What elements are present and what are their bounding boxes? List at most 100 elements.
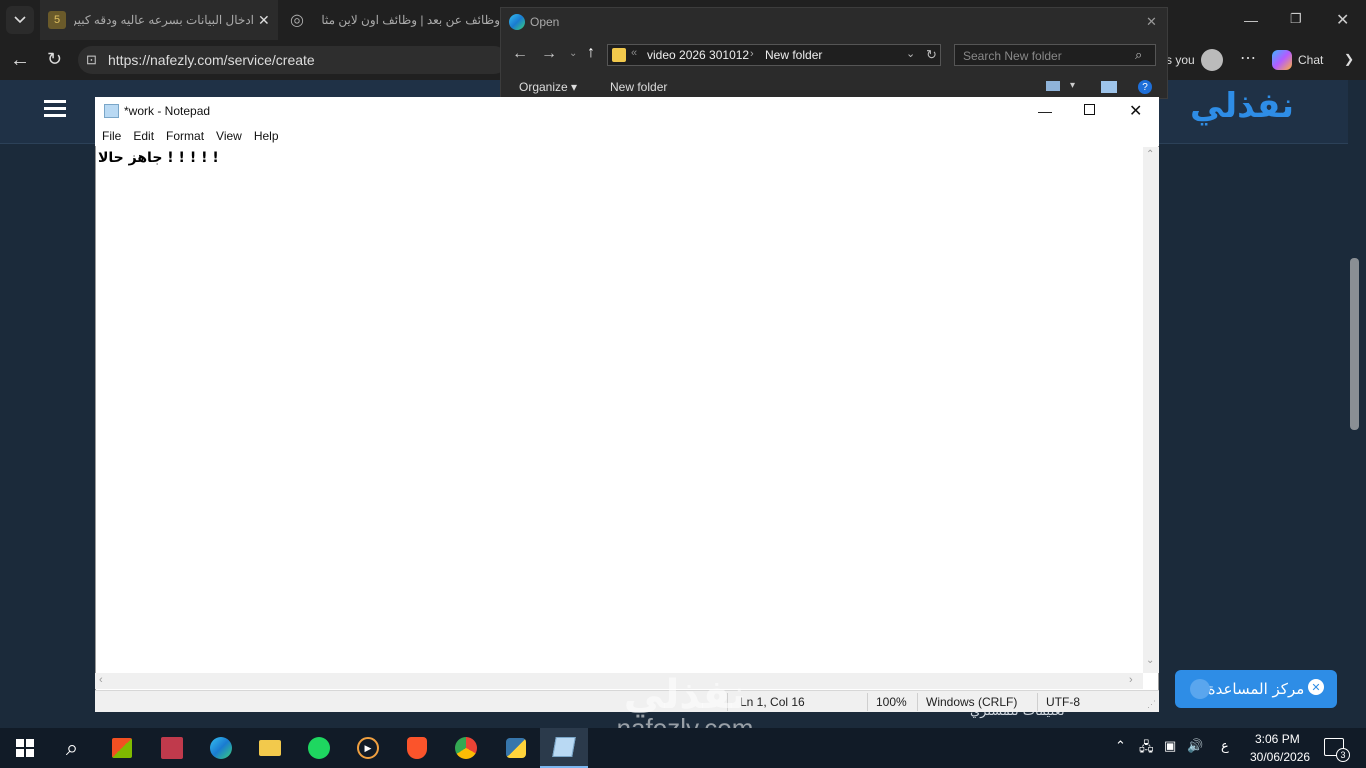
network-icon[interactable]: 🖧 xyxy=(1139,738,1154,760)
menu-edit[interactable]: Edit xyxy=(133,127,160,146)
restore-button[interactable]: ❐ xyxy=(1290,11,1302,27)
back-arrow-icon[interactable]: ← xyxy=(512,45,528,63)
menu-help[interactable]: Help xyxy=(254,127,285,146)
notepad-icon xyxy=(104,104,119,118)
brave-icon[interactable] xyxy=(402,733,432,763)
close-icon[interactable]: ✕ xyxy=(1146,14,1157,30)
chevron-down-icon[interactable]: ▾ xyxy=(1070,80,1075,91)
copilot-chat-button[interactable]: Chat xyxy=(1272,50,1323,70)
maximize-button[interactable] xyxy=(1084,104,1095,115)
scroll-down-icon[interactable]: ⌄ xyxy=(1146,655,1154,666)
scroll-up-icon[interactable]: ⌃ xyxy=(1146,149,1154,160)
up-arrow-icon[interactable]: ↑ xyxy=(587,44,595,62)
meet-now-icon[interactable]: ▣ xyxy=(1164,738,1176,754)
photo-app-icon[interactable] xyxy=(157,733,187,763)
search-icon: ⌕ xyxy=(1135,47,1143,62)
zoom-level: 100% xyxy=(876,695,907,709)
organize-button[interactable]: Organize ▾ xyxy=(519,80,577,94)
show-hidden-icons-icon[interactable]: ⌃ xyxy=(1115,738,1126,754)
back-arrow-icon[interactable]: ← xyxy=(10,49,30,72)
text-editor-area[interactable] xyxy=(96,147,1143,673)
tab-remote-jobs[interactable]: ◎ وظائف عن بعد | وظائف اون لاين مثا xyxy=(282,0,500,40)
notepad-icon xyxy=(552,737,576,757)
site-logo[interactable]: نفذلي xyxy=(1190,86,1294,126)
taskbar xyxy=(0,728,1366,768)
path-breadcrumb[interactable]: « video 2026 301012 › New folder ⌄ ↻ xyxy=(607,44,941,66)
close-button[interactable]: ✕ xyxy=(1336,10,1349,30)
notepad-taskbar-item[interactable] xyxy=(540,728,588,768)
editor-text: جاهز حالا ! ! ! ! ! xyxy=(98,150,219,166)
python-icon[interactable] xyxy=(501,733,531,763)
chat-label: Chat xyxy=(1298,53,1324,67)
edge-icon xyxy=(509,14,525,30)
more-menu-icon[interactable]: ⋯ xyxy=(1240,48,1256,68)
sidebar-toggle-icon[interactable]: ❯ xyxy=(1344,52,1354,66)
volume-icon[interactable]: 🔊 xyxy=(1187,738,1203,754)
hamburger-menu-icon[interactable] xyxy=(44,100,66,118)
tab-favicon-icon: 5 xyxy=(48,11,66,29)
site-info-icon[interactable]: ⊡ xyxy=(86,52,97,68)
help-center-icon xyxy=(1190,679,1210,699)
copilot-icon xyxy=(1272,50,1292,70)
watermark-arabic: نفذلي xyxy=(623,672,747,718)
scroll-right-icon[interactable]: › xyxy=(1129,674,1133,686)
breadcrumb-separator-icon: › xyxy=(750,48,754,60)
globe-icon: ◎ xyxy=(290,12,304,29)
new-folder-button[interactable]: New folder xyxy=(610,80,667,94)
windows-logo-icon xyxy=(16,739,34,757)
status-separator xyxy=(1037,693,1038,711)
profile-button[interactable]: s you xyxy=(1166,46,1228,74)
clock-time[interactable]: 3:06 PM xyxy=(1255,732,1300,746)
forward-arrow-icon[interactable]: → xyxy=(541,45,557,63)
notification-count-badge: 3 xyxy=(1336,748,1350,762)
menu-view[interactable]: View xyxy=(216,127,248,146)
store-icon[interactable] xyxy=(107,733,137,763)
start-icon[interactable] xyxy=(10,733,40,763)
search-icon[interactable]: ⌕ xyxy=(57,733,87,763)
dialog-title: Open xyxy=(530,15,560,29)
close-button[interactable]: ✕ xyxy=(1129,101,1142,121)
menu-file[interactable]: File xyxy=(102,127,127,146)
tab-label: وظائف عن بعد | وظائف اون لاين مثا xyxy=(321,13,500,27)
scroll-left-icon[interactable]: ‹ xyxy=(99,674,103,686)
avatar xyxy=(1200,49,1223,71)
close-icon[interactable]: ✕ xyxy=(258,12,270,29)
menu-format[interactable]: Format xyxy=(166,127,210,146)
clock-date[interactable]: 30/06/2026 xyxy=(1250,750,1310,764)
edge-icon[interactable] xyxy=(206,733,236,763)
spotify-icon[interactable] xyxy=(304,733,334,763)
status-separator xyxy=(917,693,918,711)
organize-label: Organize xyxy=(519,80,568,94)
view-options-icon[interactable] xyxy=(1046,81,1060,91)
refresh-icon[interactable]: ↻ xyxy=(47,49,62,70)
help-center-label: مركز المساعدة xyxy=(1207,680,1305,698)
tab-data-entry[interactable]: 5 ادخال البيانات بسرعه عاليه ودقه كبيرة … xyxy=(40,0,278,40)
chrome-icon[interactable] xyxy=(451,733,481,763)
url-text: https://nafezly.com/service/create xyxy=(108,52,315,68)
minimize-button[interactable]: — xyxy=(1244,12,1258,28)
breadcrumb-item[interactable]: New folder xyxy=(765,48,822,62)
overflow-chevron-icon: « xyxy=(631,47,638,59)
preview-pane-icon[interactable] xyxy=(1101,81,1117,93)
breadcrumb-item[interactable]: video 2026 301012 xyxy=(647,48,749,62)
status-separator xyxy=(867,693,868,711)
language-indicator[interactable]: ع xyxy=(1221,739,1229,754)
chevron-down-icon[interactable]: ⌄ xyxy=(569,48,577,59)
search-input[interactable]: Search New folder xyxy=(954,44,1156,66)
file-explorer-icon[interactable] xyxy=(255,733,285,763)
page-scrollbar-thumb[interactable] xyxy=(1350,258,1359,430)
chevron-down-icon[interactable]: ⌄ xyxy=(906,47,915,60)
resize-grip-icon[interactable]: ⋰ xyxy=(1147,699,1156,710)
chevron-down-icon xyxy=(14,16,26,24)
close-icon[interactable]: ✕ xyxy=(1308,679,1324,695)
notepad-titlebar[interactable] xyxy=(95,97,1159,127)
media-player-icon[interactable]: ▶ xyxy=(353,733,383,763)
minimize-button[interactable]: — xyxy=(1038,103,1052,119)
profile-label: s you xyxy=(1166,53,1195,67)
notepad-title: *work - Notepad xyxy=(124,104,211,118)
tab-list-button[interactable] xyxy=(6,6,34,34)
help-icon[interactable]: ? xyxy=(1138,80,1152,94)
vertical-scrollbar[interactable]: ⌃ ⌄ xyxy=(1143,147,1159,673)
refresh-icon[interactable]: ↻ xyxy=(926,47,937,63)
notepad-menubar: File Edit Format View Help xyxy=(95,127,1159,146)
